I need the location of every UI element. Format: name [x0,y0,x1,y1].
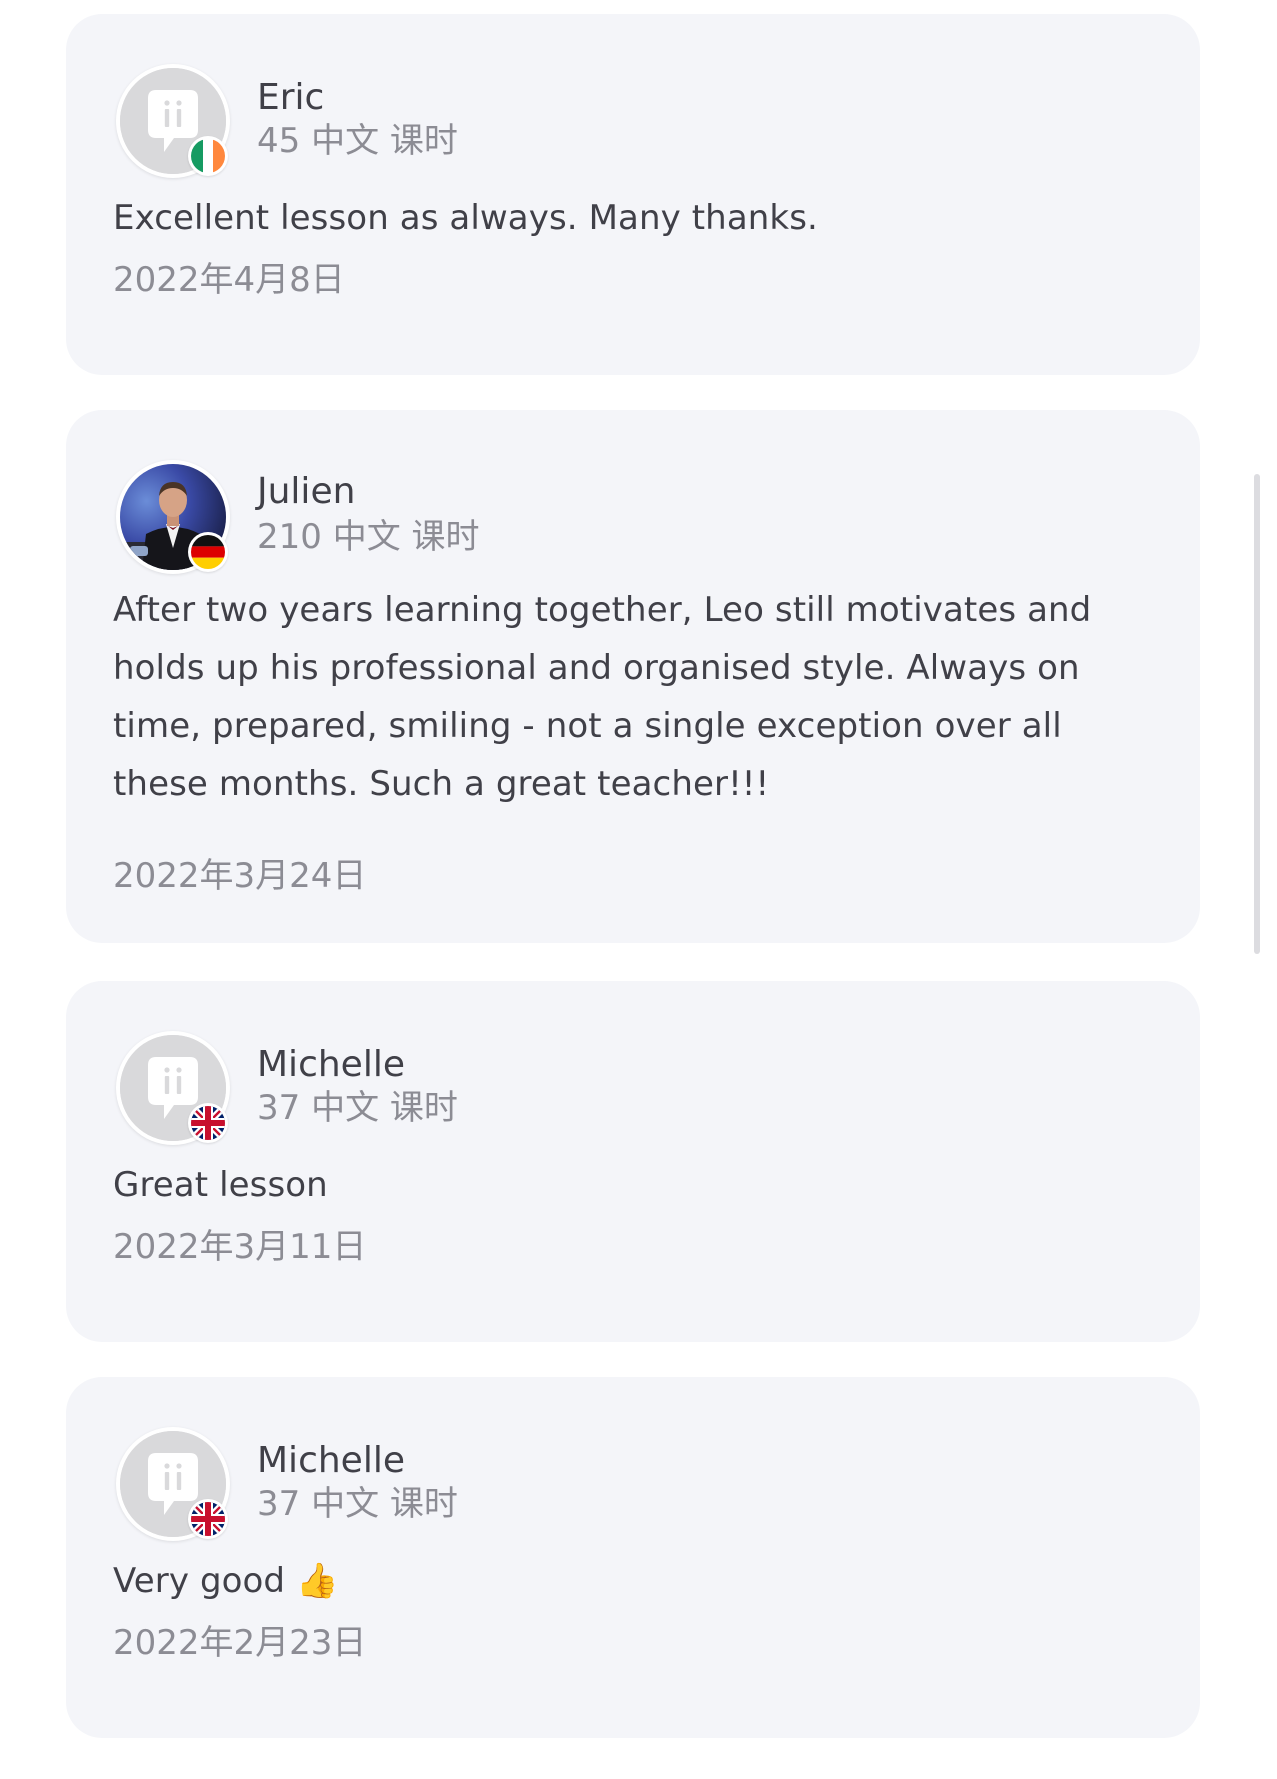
ireland-flag-icon [188,136,228,176]
uk-flag-icon [188,1103,228,1143]
review-date: 2022年3月11日 [113,1227,367,1267]
lesson-count: 45 中文 课时 [257,121,458,161]
review-card: Michelle 37 中文 课时 Great lesson 2022年3月11… [66,981,1200,1342]
reviewer-avatar[interactable] [116,460,230,574]
reviewer-name: Michelle [257,1044,405,1085]
lesson-count: 37 中文 课时 [257,1484,458,1524]
uk-flag-icon [188,1499,228,1539]
review-date: 2022年4月8日 [113,260,345,300]
review-card: Michelle 37 中文 课时 Very good 👍 2022年2月23日 [66,1377,1200,1738]
reviewer-name: Julien [257,471,356,512]
review-card: Eric 45 中文 课时 Excellent lesson as always… [66,14,1200,375]
lesson-count: 37 中文 课时 [257,1088,458,1128]
review-text: Very good 👍 [113,1561,339,1601]
germany-flag-icon [188,532,228,572]
review-text: Great lesson [113,1165,328,1205]
review-list: Eric 45 中文 课时 Excellent lesson as always… [0,0,1277,1779]
reviewer-avatar[interactable] [116,1427,230,1541]
lesson-count: 210 中文 课时 [257,517,480,557]
scrollbar[interactable] [1254,474,1260,954]
reviewer-name: Michelle [257,1440,405,1481]
reviewer-name: Eric [257,77,325,118]
review-text: Excellent lesson as always. Many thanks. [113,198,818,238]
review-card: Julien 210 中文 课时 After two years learnin… [66,410,1200,943]
review-text: After two years learning together, Leo s… [113,590,1092,804]
review-date: 2022年3月24日 [113,856,367,896]
reviewer-avatar[interactable] [116,1031,230,1145]
review-date: 2022年2月23日 [113,1623,367,1663]
reviewer-avatar[interactable] [116,64,230,178]
